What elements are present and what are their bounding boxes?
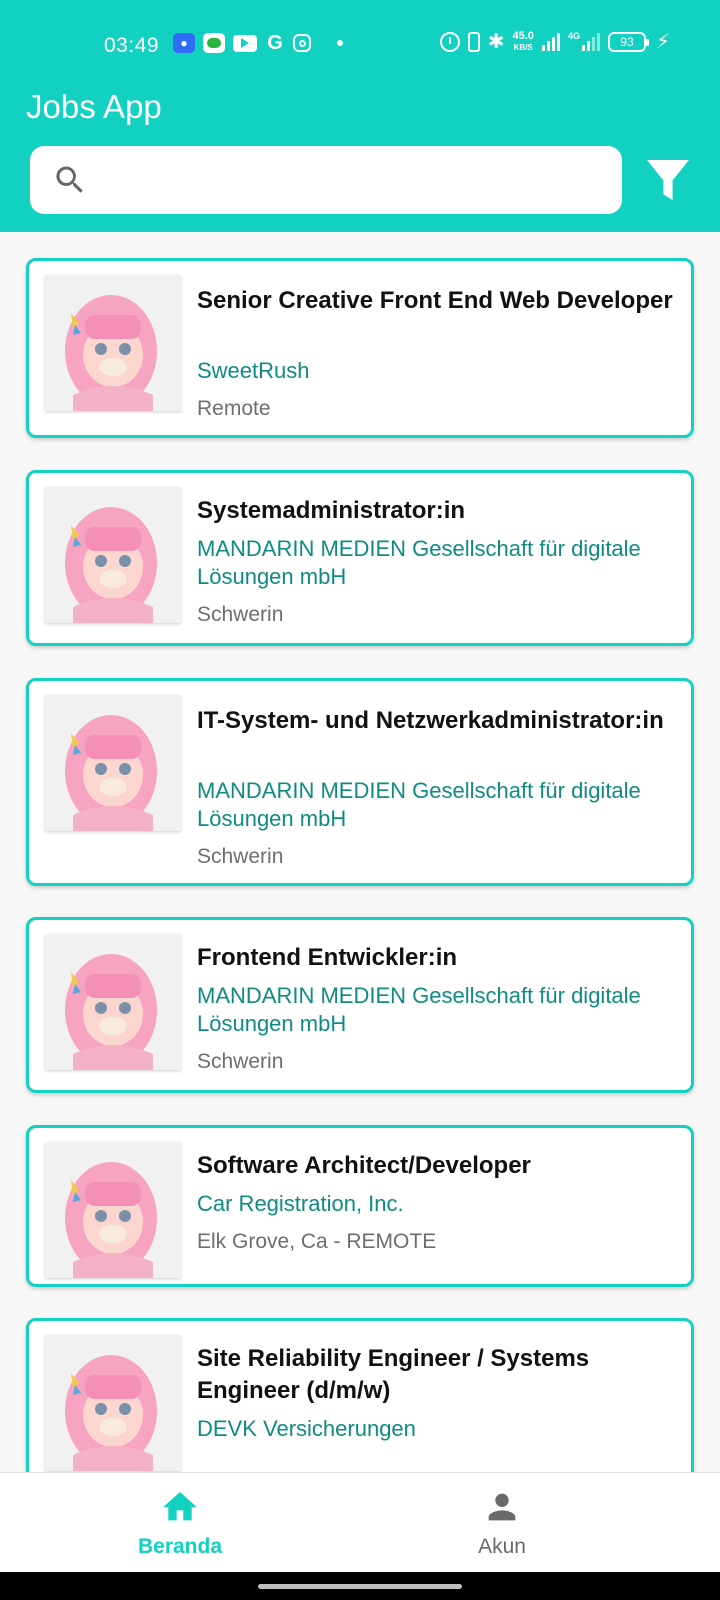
home-gesture-handle[interactable]	[258, 1584, 462, 1589]
youtube-icon	[233, 34, 257, 52]
nav-label-beranda: Beranda	[137, 1535, 223, 1558]
avatar-illustration	[45, 275, 181, 411]
bottom-nav: Beranda Akun	[0, 1472, 720, 1572]
job-card[interactable]: Systemadministrator:in MANDARIN MEDIEN Ge…	[26, 470, 694, 646]
google-icon: G	[267, 31, 283, 54]
job-location: Remote	[197, 397, 271, 420]
job-location: Elk Grove, Ca - REMOTE	[197, 1230, 437, 1253]
job-title: Systemadministrator:in	[197, 497, 466, 524]
filter-icon[interactable]	[644, 156, 692, 204]
company-name: MANDARIN MEDIEN Gesellschaft für digital…	[197, 778, 641, 831]
signal-2-icon	[581, 33, 600, 51]
job-card[interactable]: Frontend Entwickler:in MANDARIN MEDIEN Ge…	[26, 917, 694, 1093]
bluetooth-icon: ✱	[487, 31, 505, 53]
avatar-illustration	[45, 695, 181, 831]
network-type: 4G	[567, 31, 580, 41]
more-notifications-dot-icon	[337, 40, 343, 46]
company-logo	[45, 1335, 181, 1471]
notification-icons: ● G	[173, 31, 343, 54]
company-logo	[45, 934, 181, 1070]
job-title: Software Architect/Developer	[197, 1152, 531, 1179]
company-logo	[45, 695, 181, 831]
job-card[interactable]: Software Architect/Developer Car Registra…	[26, 1125, 694, 1287]
avatar-illustration	[45, 487, 181, 623]
company-logo	[45, 487, 181, 623]
signal-icon	[541, 33, 560, 51]
avatar-illustration	[45, 934, 181, 1070]
status-time: 03:49	[104, 34, 160, 57]
search-icon	[56, 166, 83, 193]
system-status-icons: ✱ 45.0 KB/S 4G 93 ⚡	[439, 30, 670, 53]
discord-icon: ●	[173, 33, 195, 53]
nav-item-akun[interactable]: Akun	[322, 1473, 682, 1573]
job-title: Site Reliability Engineer / Systems Engi…	[197, 1345, 590, 1404]
job-list[interactable]: Senior Creative Front End Web Developer S…	[0, 232, 720, 1472]
job-location: Schwerin	[197, 603, 284, 626]
company-logo	[45, 275, 181, 411]
job-title: IT-System- und Netzwerkadministrator:in	[197, 707, 664, 734]
charging-icon: ⚡	[655, 31, 670, 53]
search-input[interactable]	[100, 156, 610, 204]
alarm-icon	[439, 32, 460, 52]
app-title: Jobs App	[26, 88, 162, 125]
vibrate-icon	[467, 32, 480, 52]
network-speed: 45.0 KB/S	[512, 30, 534, 53]
company-name: MANDARIN MEDIEN Gesellschaft für digital…	[197, 536, 641, 589]
job-title: Senior Creative Front End Web Developer	[197, 287, 673, 314]
line-icon	[203, 33, 225, 53]
job-location: Schwerin	[197, 845, 284, 868]
nav-label-akun: Akun	[478, 1535, 526, 1558]
company-name: DEVK Versicherungen	[197, 1416, 416, 1441]
status-bar: 03:49 ● G ✱ 45.0 KB/S 4G 93 ⚡	[0, 0, 720, 88]
job-card[interactable]: IT-System- und Netzwerkadministrator:in M…	[26, 678, 694, 886]
app-header: Jobs App	[0, 88, 720, 232]
company-name: SweetRush	[197, 358, 310, 383]
job-title: Frontend Entwickler:in	[197, 944, 458, 971]
job-location: Schwerin	[197, 1050, 284, 1073]
avatar-illustration	[45, 1335, 181, 1471]
battery-icon: 93	[607, 32, 649, 52]
home-icon	[163, 1492, 197, 1521]
nav-item-beranda[interactable]: Beranda	[0, 1473, 360, 1573]
avatar-illustration	[45, 1142, 181, 1278]
instagram-icon	[293, 34, 311, 52]
company-name: MANDARIN MEDIEN Gesellschaft für digital…	[197, 983, 641, 1036]
gesture-bar	[0, 1572, 720, 1600]
company-logo	[45, 1142, 181, 1278]
company-name: Car Registration, Inc.	[197, 1191, 404, 1216]
job-card[interactable]: Senior Creative Front End Web Developer S…	[26, 258, 694, 438]
search-box[interactable]	[30, 146, 622, 214]
job-card[interactable]: Site Reliability Engineer / Systems Engi…	[26, 1318, 694, 1472]
person-icon	[488, 1493, 516, 1521]
